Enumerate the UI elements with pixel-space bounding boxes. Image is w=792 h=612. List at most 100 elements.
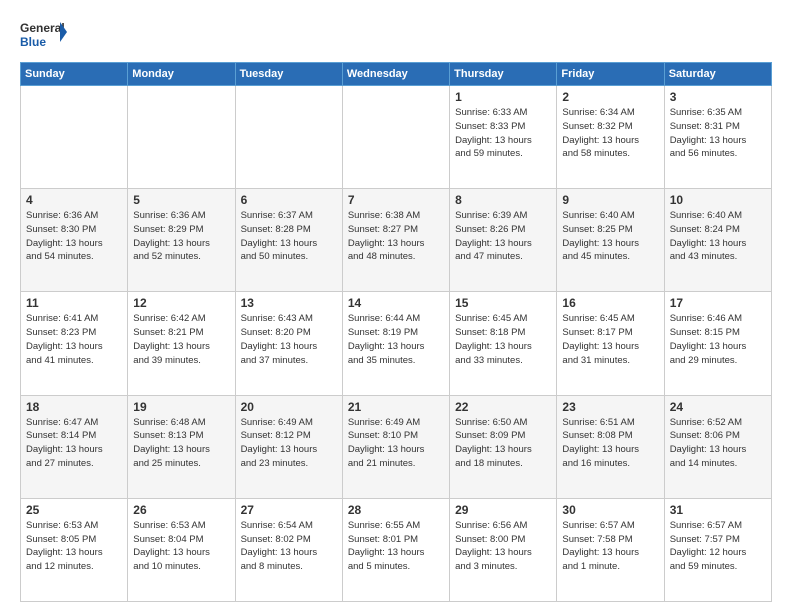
day-number: 24 <box>670 400 766 414</box>
day-number: 14 <box>348 296 444 310</box>
cell-week5-day4: 29Sunrise: 6:56 AM Sunset: 8:00 PM Dayli… <box>450 498 557 601</box>
cell-week3-day5: 16 Sunrise: 6:45 AM Sunset: 8:17 PM Dayli… <box>557 292 664 395</box>
cell-week3-day4: 15 Sunrise: 6:45 AM Sunset: 8:18 PM Dayli… <box>450 292 557 395</box>
day-info: Sunrise: 6:52 AM Sunset: 8:06 PM Dayligh… <box>670 416 766 471</box>
day-number: 25 <box>26 503 122 517</box>
day-info: Sunrise: 6:50 AM Sunset: 8:09 PM Dayligh… <box>455 416 551 471</box>
header-tuesday: Tuesday <box>235 63 342 86</box>
day-number: 30 <box>562 503 658 517</box>
day-number: 6 <box>241 193 337 207</box>
calendar-header-row: SundayMondayTuesdayWednesdayThursdayFrid… <box>21 63 772 86</box>
day-number: 4 <box>26 193 122 207</box>
day-info: Sunrise: 6:54 AM Sunset: 8:02 PM Dayligh… <box>241 519 337 574</box>
cell-week1-day6: 3Sunrise: 6:35 AM Sunset: 8:31 PM Daylig… <box>664 86 771 189</box>
day-info: Sunrise: 6:44 AM Sunset: 8:19 PM Dayligh… <box>348 312 444 367</box>
day-info: Sunrise: 6:49 AM Sunset: 8:12 PM Dayligh… <box>241 416 337 471</box>
cell-week2-day3: 7 Sunrise: 6:38 AM Sunset: 8:27 PM Daylig… <box>342 189 449 292</box>
header-sunday: Sunday <box>21 63 128 86</box>
cell-week5-day3: 28Sunrise: 6:55 AM Sunset: 8:01 PM Dayli… <box>342 498 449 601</box>
day-number: 5 <box>133 193 229 207</box>
day-number: 7 <box>348 193 444 207</box>
page: General Blue SundayMondayTuesdayWednesda… <box>0 0 792 612</box>
cell-week4-day0: 18 Sunrise: 6:47 AM Sunset: 8:14 PM Dayli… <box>21 395 128 498</box>
cell-week5-day5: 30 Sunrise: 6:57 AM Sunset: 7:58 PM Dayli… <box>557 498 664 601</box>
day-number: 23 <box>562 400 658 414</box>
logo: General Blue <box>20 16 68 54</box>
cell-week2-day5: 9 Sunrise: 6:40 AM Sunset: 8:25 PM Daylig… <box>557 189 664 292</box>
cell-week1-day1 <box>128 86 235 189</box>
day-number: 22 <box>455 400 551 414</box>
header-monday: Monday <box>128 63 235 86</box>
cell-week4-day6: 24 Sunrise: 6:52 AM Sunset: 8:06 PM Dayli… <box>664 395 771 498</box>
day-info: Sunrise: 6:35 AM Sunset: 8:31 PM Dayligh… <box>670 106 766 161</box>
cell-week5-day0: 25 Sunrise: 6:53 AM Sunset: 8:05 PM Dayli… <box>21 498 128 601</box>
cell-week3-day2: 13 Sunrise: 6:43 AM Sunset: 8:20 PM Dayli… <box>235 292 342 395</box>
day-info: Sunrise: 6:34 AM Sunset: 8:32 PM Dayligh… <box>562 106 658 161</box>
cell-week4-day4: 22 Sunrise: 6:50 AM Sunset: 8:09 PM Dayli… <box>450 395 557 498</box>
day-info: Sunrise: 6:41 AM Sunset: 8:23 PM Dayligh… <box>26 312 122 367</box>
cell-week1-day4: 1Sunrise: 6:33 AM Sunset: 8:33 PM Daylig… <box>450 86 557 189</box>
cell-week3-day6: 17 Sunrise: 6:46 AM Sunset: 8:15 PM Dayli… <box>664 292 771 395</box>
day-info: Sunrise: 6:57 AM Sunset: 7:57 PM Dayligh… <box>670 519 766 574</box>
day-number: 8 <box>455 193 551 207</box>
cell-week4-day2: 20 Sunrise: 6:49 AM Sunset: 8:12 PM Dayli… <box>235 395 342 498</box>
day-info: Sunrise: 6:38 AM Sunset: 8:27 PM Dayligh… <box>348 209 444 264</box>
day-number: 19 <box>133 400 229 414</box>
day-info: Sunrise: 6:56 AM Sunset: 8:00 PM Dayligh… <box>455 519 551 574</box>
header: General Blue <box>20 16 772 54</box>
day-info: Sunrise: 6:37 AM Sunset: 8:28 PM Dayligh… <box>241 209 337 264</box>
day-info: Sunrise: 6:45 AM Sunset: 8:18 PM Dayligh… <box>455 312 551 367</box>
day-info: Sunrise: 6:36 AM Sunset: 8:30 PM Dayligh… <box>26 209 122 264</box>
cell-week2-day2: 6 Sunrise: 6:37 AM Sunset: 8:28 PM Daylig… <box>235 189 342 292</box>
day-number: 20 <box>241 400 337 414</box>
day-number: 10 <box>670 193 766 207</box>
day-number: 13 <box>241 296 337 310</box>
header-wednesday: Wednesday <box>342 63 449 86</box>
cell-week3-day3: 14 Sunrise: 6:44 AM Sunset: 8:19 PM Dayli… <box>342 292 449 395</box>
day-info: Sunrise: 6:53 AM Sunset: 8:05 PM Dayligh… <box>26 519 122 574</box>
logo-svg: General Blue <box>20 16 68 54</box>
day-info: Sunrise: 6:46 AM Sunset: 8:15 PM Dayligh… <box>670 312 766 367</box>
day-info: Sunrise: 6:45 AM Sunset: 8:17 PM Dayligh… <box>562 312 658 367</box>
day-info: Sunrise: 6:55 AM Sunset: 8:01 PM Dayligh… <box>348 519 444 574</box>
cell-week5-day1: 26 Sunrise: 6:53 AM Sunset: 8:04 PM Dayli… <box>128 498 235 601</box>
day-info: Sunrise: 6:40 AM Sunset: 8:24 PM Dayligh… <box>670 209 766 264</box>
day-number: 26 <box>133 503 229 517</box>
day-number: 9 <box>562 193 658 207</box>
header-thursday: Thursday <box>450 63 557 86</box>
day-info: Sunrise: 6:36 AM Sunset: 8:29 PM Dayligh… <box>133 209 229 264</box>
day-info: Sunrise: 6:53 AM Sunset: 8:04 PM Dayligh… <box>133 519 229 574</box>
day-number: 16 <box>562 296 658 310</box>
cell-week3-day1: 12 Sunrise: 6:42 AM Sunset: 8:21 PM Dayli… <box>128 292 235 395</box>
header-friday: Friday <box>557 63 664 86</box>
cell-week5-day2: 27Sunrise: 6:54 AM Sunset: 8:02 PM Dayli… <box>235 498 342 601</box>
day-number: 18 <box>26 400 122 414</box>
day-info: Sunrise: 6:42 AM Sunset: 8:21 PM Dayligh… <box>133 312 229 367</box>
day-info: Sunrise: 6:47 AM Sunset: 8:14 PM Dayligh… <box>26 416 122 471</box>
cell-week1-day2 <box>235 86 342 189</box>
week-row-3: 11 Sunrise: 6:41 AM Sunset: 8:23 PM Dayli… <box>21 292 772 395</box>
week-row-4: 18 Sunrise: 6:47 AM Sunset: 8:14 PM Dayli… <box>21 395 772 498</box>
day-number: 17 <box>670 296 766 310</box>
header-saturday: Saturday <box>664 63 771 86</box>
calendar-table: SundayMondayTuesdayWednesdayThursdayFrid… <box>20 62 772 602</box>
cell-week1-day3 <box>342 86 449 189</box>
day-number: 31 <box>670 503 766 517</box>
day-info: Sunrise: 6:51 AM Sunset: 8:08 PM Dayligh… <box>562 416 658 471</box>
day-info: Sunrise: 6:43 AM Sunset: 8:20 PM Dayligh… <box>241 312 337 367</box>
cell-week3-day0: 11 Sunrise: 6:41 AM Sunset: 8:23 PM Dayli… <box>21 292 128 395</box>
day-number: 15 <box>455 296 551 310</box>
day-number: 2 <box>562 90 658 104</box>
cell-week1-day0 <box>21 86 128 189</box>
cell-week4-day3: 21Sunrise: 6:49 AM Sunset: 8:10 PM Dayli… <box>342 395 449 498</box>
day-number: 12 <box>133 296 229 310</box>
cell-week2-day0: 4 Sunrise: 6:36 AM Sunset: 8:30 PM Daylig… <box>21 189 128 292</box>
cell-week2-day6: 10 Sunrise: 6:40 AM Sunset: 8:24 PM Dayli… <box>664 189 771 292</box>
cell-week5-day6: 31 Sunrise: 6:57 AM Sunset: 7:57 PM Dayli… <box>664 498 771 601</box>
day-info: Sunrise: 6:40 AM Sunset: 8:25 PM Dayligh… <box>562 209 658 264</box>
day-info: Sunrise: 6:57 AM Sunset: 7:58 PM Dayligh… <box>562 519 658 574</box>
svg-text:Blue: Blue <box>20 35 46 49</box>
cell-week1-day5: 2 Sunrise: 6:34 AM Sunset: 8:32 PM Daylig… <box>557 86 664 189</box>
day-number: 11 <box>26 296 122 310</box>
day-info: Sunrise: 6:33 AM Sunset: 8:33 PM Dayligh… <box>455 106 551 161</box>
